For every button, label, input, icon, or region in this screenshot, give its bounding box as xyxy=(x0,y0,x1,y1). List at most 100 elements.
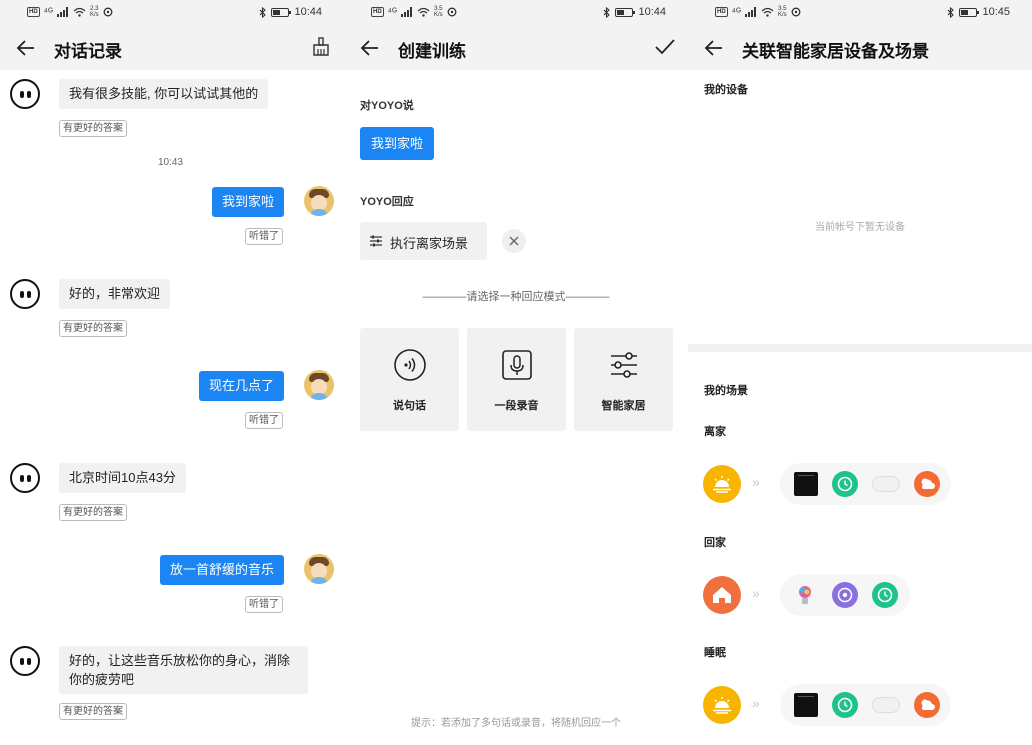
status-bar: HD ⁴ᴳ 2.3 K/s 10:44 xyxy=(0,0,344,26)
my-devices-label: 我的设备 xyxy=(704,84,748,96)
chat-timestamp: 10:43 xyxy=(158,157,184,168)
broom-clear-icon[interactable] xyxy=(310,36,332,58)
scene-name: 睡眠 xyxy=(704,647,726,659)
reply-action-chip[interactable]: 执行离家场景 xyxy=(360,222,487,260)
yoyo-avatar xyxy=(10,279,40,309)
better-answer-button[interactable]: 有更好的答案 xyxy=(59,320,127,337)
signal-type: ⁴ᴳ xyxy=(387,6,397,18)
better-answer-button[interactable]: 有更好的答案 xyxy=(59,120,127,137)
yoyo-avatar xyxy=(10,79,40,109)
misheard-button[interactable]: 听错了 xyxy=(245,412,283,429)
bot-message: 我有很多技能, 你可以试试其他的 xyxy=(59,79,269,109)
mode-hint: ————请选择一种回应模式———— xyxy=(422,291,610,303)
weather-device-icon xyxy=(914,692,940,718)
ceiling-light-device-icon xyxy=(872,476,900,492)
user-avatar xyxy=(304,370,334,400)
hd-icon: HD xyxy=(715,7,728,17)
scene-device-strip[interactable] xyxy=(780,463,951,505)
confirm-check-icon[interactable] xyxy=(654,36,676,58)
mode-label: 一段录音 xyxy=(494,400,539,412)
title-bar: 创建训练 xyxy=(344,26,688,70)
bluetooth-icon xyxy=(260,6,267,18)
mode-recording[interactable]: 一段录音 xyxy=(467,328,566,431)
signal-type: ⁴ᴳ xyxy=(43,6,53,18)
network-speed: 3.5 K/s xyxy=(777,6,787,18)
sunrise-icon[interactable] xyxy=(703,686,741,724)
user-avatar xyxy=(304,186,334,216)
chevrons-right-icon: » xyxy=(752,695,760,711)
page-title: 对话记录 xyxy=(54,42,122,61)
user-message: 我到家啦 xyxy=(211,187,284,217)
home-icon[interactable] xyxy=(703,576,741,614)
reply-label: YOYO回应 xyxy=(360,196,414,208)
signal-type: ⁴ᴳ xyxy=(731,6,741,18)
bluetooth-icon xyxy=(604,6,611,18)
page-title: 关联智能家居设备及场景 xyxy=(742,42,929,61)
sync-icon xyxy=(103,7,113,17)
sunrise-icon[interactable] xyxy=(703,465,741,503)
sync-icon xyxy=(447,7,457,17)
hd-icon: HD xyxy=(27,7,40,17)
tv-device-icon xyxy=(794,693,818,717)
wifi-icon xyxy=(417,7,430,17)
status-bar: HD ⁴ᴳ 3.5 K/s 10:45 xyxy=(688,0,1032,26)
back-arrow-icon[interactable] xyxy=(704,38,724,58)
mode-label: 说句话 xyxy=(393,400,426,412)
chevrons-right-icon: » xyxy=(752,474,760,490)
signal-icon xyxy=(56,7,68,17)
mode-say-sentence[interactable]: 说句话 xyxy=(360,328,459,431)
bot-message: 好的，让这些音乐放松你的身心，消除你的疲劳吧 xyxy=(59,646,308,694)
network-speed: 2.3 K/s xyxy=(89,6,99,18)
timer-device-icon xyxy=(832,471,858,497)
title-bar: 关联智能家居设备及场景 xyxy=(688,26,1032,70)
ceiling-light-device-icon xyxy=(872,697,900,713)
clock: 10:45 xyxy=(982,6,1010,18)
wifi-icon xyxy=(73,7,86,17)
tv-device-icon xyxy=(794,472,818,496)
page-title: 创建训练 xyxy=(398,42,466,61)
signal-icon xyxy=(744,7,756,17)
user-message: 放一首舒缓的音乐 xyxy=(159,555,284,585)
clock: 10:44 xyxy=(294,6,322,18)
random-reply-hint: 提示：若添加了多句话或录音，将随机回应一个 xyxy=(411,718,621,729)
back-arrow-icon[interactable] xyxy=(360,38,380,58)
scene-name: 离家 xyxy=(704,426,726,438)
mode-smart-home[interactable]: 智能家居 xyxy=(574,328,673,431)
my-scenes-label: 我的场景 xyxy=(704,385,748,397)
better-answer-button[interactable]: 有更好的答案 xyxy=(59,703,127,720)
say-phrase-chip[interactable]: 我到家啦 xyxy=(360,127,435,160)
misheard-button[interactable]: 听错了 xyxy=(245,228,283,245)
hub-device-icon xyxy=(832,582,858,608)
back-arrow-icon[interactable] xyxy=(16,38,36,58)
sliders-icon xyxy=(370,235,382,247)
scene-device-strip[interactable] xyxy=(780,574,910,616)
sync-icon xyxy=(791,7,801,17)
timer-device-icon xyxy=(832,692,858,718)
say-label: 对YOYO说 xyxy=(360,100,414,112)
timer-device-icon xyxy=(872,582,898,608)
bluetooth-icon xyxy=(948,6,955,18)
signal-icon xyxy=(400,7,412,17)
no-devices-text: 当前帐号下暂无设备 xyxy=(815,222,905,233)
network-speed: 3.5 K/s xyxy=(433,6,443,18)
section-divider xyxy=(688,344,1032,352)
scene-device-strip[interactable] xyxy=(780,684,951,726)
mode-label: 智能家居 xyxy=(601,400,646,412)
chat-history-screen: HD ⁴ᴳ 2.3 K/s 10:44 对话记录 我有很多技能, 你可以试试其他的… xyxy=(0,0,344,745)
reply-action-text: 执行离家场景 xyxy=(390,236,469,251)
color-bulb-device-icon xyxy=(792,582,818,608)
yoyo-avatar xyxy=(10,463,40,493)
create-training-screen: HD ⁴ᴳ 3.5 K/s 10:44 创建训练 对YOYO说 我到家啦 YOYO… xyxy=(344,0,688,745)
chevrons-right-icon: » xyxy=(752,585,760,601)
bot-message: 好的，非常欢迎 xyxy=(59,279,171,309)
better-answer-button[interactable]: 有更好的答案 xyxy=(59,504,127,521)
battery-icon xyxy=(959,7,980,17)
speech-waves-icon xyxy=(394,349,426,381)
status-bar: HD ⁴ᴳ 3.5 K/s 10:44 xyxy=(344,0,688,26)
weather-device-icon xyxy=(914,471,940,497)
remove-reply-close-icon[interactable] xyxy=(502,229,526,253)
hd-icon: HD xyxy=(371,7,384,17)
title-bar: 对话记录 xyxy=(0,26,344,70)
yoyo-avatar xyxy=(10,646,40,676)
misheard-button[interactable]: 听错了 xyxy=(245,596,283,613)
